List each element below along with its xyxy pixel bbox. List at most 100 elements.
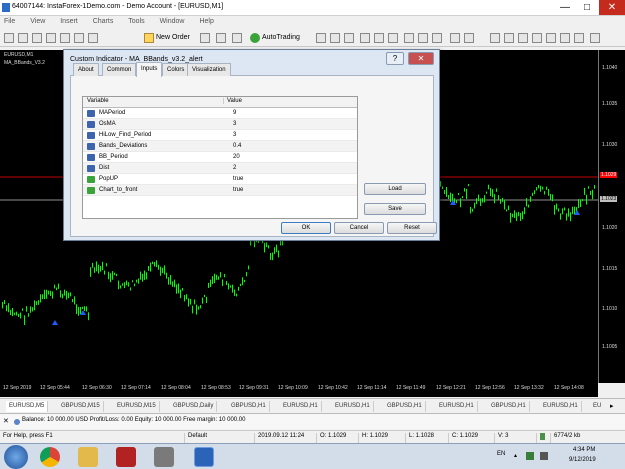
chart-tab[interactable]: EURUSD,H1 — [540, 401, 582, 412]
line-tool-icon[interactable] — [518, 33, 528, 43]
tabs-scroll-icon[interactable]: ▸ — [610, 402, 614, 410]
tile-windows-icon[interactable] — [388, 33, 398, 43]
menu-tools[interactable]: Tools — [128, 18, 144, 25]
row-value[interactable]: 2 — [233, 165, 236, 171]
tab-colors[interactable]: Colors — [162, 63, 190, 76]
zoom-out-icon[interactable] — [374, 33, 384, 43]
explorer-icon[interactable] — [78, 447, 98, 467]
periods-icon[interactable] — [450, 33, 460, 43]
ok-button[interactable]: OK — [281, 222, 331, 234]
terminal-close-icon[interactable]: ✕ — [3, 417, 9, 425]
chrome-icon[interactable] — [40, 447, 60, 467]
chart-tab[interactable]: GBPUSD,H1 — [228, 401, 270, 412]
bar-chart-icon[interactable] — [316, 33, 326, 43]
menu-insert[interactable]: Insert — [60, 18, 78, 25]
time-tick: 12 Sep 10:42 — [318, 385, 348, 391]
maximize-button[interactable]: □ — [576, 0, 598, 15]
crosshair-icon[interactable] — [490, 33, 500, 43]
save-button[interactable]: Save — [364, 203, 426, 215]
autotrading-button[interactable]: AutoTrading — [250, 31, 300, 45]
table-row[interactable]: OsMA 3 — [83, 119, 357, 130]
indicator-label: MA_BBands_V3.2 — [4, 60, 45, 66]
volume-icon[interactable] — [540, 452, 548, 460]
active-app-icon[interactable] — [194, 447, 214, 467]
row-value[interactable]: 3 — [233, 132, 236, 138]
tab-inputs[interactable]: Inputs — [136, 62, 163, 77]
table-row[interactable]: Chart_to_front true — [83, 185, 357, 196]
navigator-icon[interactable] — [60, 33, 70, 43]
chart-tab[interactable]: EURUSD,M5 — [6, 401, 49, 412]
cursor-icon[interactable] — [504, 33, 514, 43]
price-bar — [130, 287, 131, 291]
zoom-in-icon[interactable] — [360, 33, 370, 43]
chart-tab[interactable]: GBPUSD,H1 — [488, 401, 530, 412]
chart-tab[interactable]: EURUSD,H1 — [332, 401, 374, 412]
menu-help[interactable]: Help — [199, 18, 213, 25]
row-value[interactable]: 20 — [233, 154, 240, 160]
table-row[interactable]: Dist 2 — [83, 163, 357, 174]
tester-icon[interactable] — [88, 33, 98, 43]
row-value[interactable]: true — [233, 187, 243, 193]
menu-charts[interactable]: Charts — [93, 18, 114, 25]
text-tool-icon[interactable] — [560, 33, 570, 43]
row-value[interactable]: 0.4 — [233, 143, 241, 149]
tray-arrow-icon[interactable]: ▴ — [514, 452, 517, 459]
candlesticks-icon[interactable] — [330, 33, 340, 43]
new-chart-icon[interactable] — [4, 33, 14, 43]
price-bar — [174, 279, 175, 288]
table-row[interactable]: PopUP true — [83, 174, 357, 185]
metaeditor-icon[interactable] — [200, 33, 210, 43]
tab-visualization[interactable]: Visualization — [187, 63, 231, 76]
fibo-tool-icon[interactable] — [546, 33, 556, 43]
indicators-icon[interactable] — [432, 33, 442, 43]
new-order-button[interactable]: New Order — [144, 31, 190, 45]
chart-tab[interactable]: EU — [590, 401, 604, 412]
history-icon[interactable] — [232, 33, 242, 43]
chart-tab[interactable]: GBPUSD,H1 — [384, 401, 426, 412]
terminal-icon[interactable] — [74, 33, 84, 43]
cancel-button[interactable]: Cancel — [334, 222, 384, 234]
row-value[interactable]: 9 — [233, 110, 236, 116]
arrow-tool-icon[interactable] — [590, 33, 600, 43]
market-watch-icon[interactable] — [32, 33, 42, 43]
price-tick: 1.1020 — [602, 225, 618, 231]
table-row[interactable]: BB_Period 20 — [83, 152, 357, 163]
menu-window[interactable]: Window — [160, 18, 185, 25]
close-window-button[interactable]: ✕ — [599, 0, 625, 15]
table-row[interactable]: HiLow_Find_Period 3 — [83, 130, 357, 141]
menu-file[interactable]: File — [4, 18, 15, 25]
dialog-help-button[interactable]: ? — [386, 52, 404, 65]
language-indicator[interactable]: EN — [497, 451, 505, 457]
start-button-icon[interactable] — [4, 445, 28, 469]
chart-tab[interactable]: EURUSD,M15 — [114, 401, 160, 412]
chart-tab[interactable]: GBPUSD,Daily — [170, 401, 218, 412]
chart-tab[interactable]: GBPUSD,M15 — [58, 401, 104, 412]
data-window-icon[interactable] — [46, 33, 56, 43]
load-button[interactable]: Load — [364, 183, 426, 195]
menu-view[interactable]: View — [30, 18, 45, 25]
table-row[interactable]: MAPeriod 9 — [83, 108, 357, 119]
dialog-close-button[interactable]: ✕ — [408, 52, 434, 65]
minimize-button[interactable]: — — [554, 0, 576, 15]
price-bar — [30, 306, 31, 313]
price-bar — [216, 274, 217, 280]
templates-icon[interactable] — [464, 33, 474, 43]
reset-button[interactable]: Reset — [387, 222, 437, 234]
channel-tool-icon[interactable] — [532, 33, 542, 43]
network-icon[interactable] — [526, 452, 534, 460]
tab-about[interactable]: About — [73, 63, 99, 76]
auto-scroll-icon[interactable] — [404, 33, 414, 43]
chart-tab[interactable]: EURUSD,H1 — [280, 401, 322, 412]
metatrader-icon[interactable] — [116, 447, 136, 467]
profiles-icon[interactable] — [18, 33, 28, 43]
chart-shift-icon[interactable] — [418, 33, 428, 43]
tab-common[interactable]: Common — [102, 63, 137, 76]
table-row[interactable]: Bands_Deviations 0.4 — [83, 141, 357, 152]
row-value[interactable]: 3 — [233, 121, 236, 127]
line-chart-icon[interactable] — [344, 33, 354, 43]
label-tool-icon[interactable] — [574, 33, 584, 43]
chart-tab[interactable]: EURUSD,H1 — [436, 401, 478, 412]
options-icon[interactable] — [216, 33, 226, 43]
app-icon-4[interactable] — [154, 447, 174, 467]
row-value[interactable]: true — [233, 176, 243, 182]
